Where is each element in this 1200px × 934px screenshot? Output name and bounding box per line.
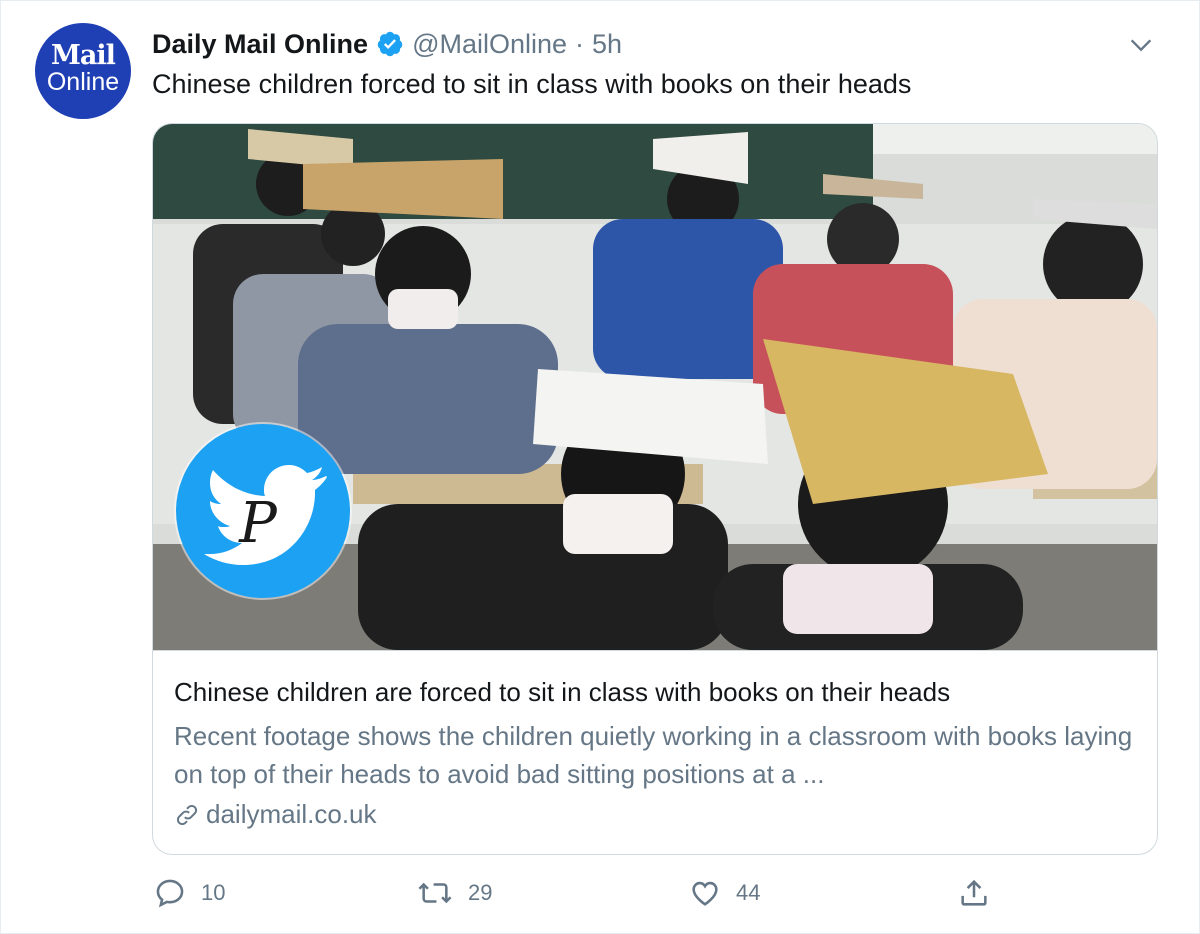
retweet-button[interactable]: 29 [416,871,492,915]
tweet-actions: 10 29 44 [1,871,1200,919]
tweet[interactable]: Mail Online Daily Mail Online @MailOnlin… [0,0,1200,934]
link-icon [176,804,198,825]
card-domain[interactable]: dailymail.co.uk [174,799,377,830]
link-card[interactable]: P Chinese children are forced to sit in … [152,123,1158,855]
separator-dot: · [575,28,585,59]
reply-icon [156,879,184,908]
tweet-header: Daily Mail Online @MailOnline · 5h [152,27,622,61]
watermark-letter: P [238,491,278,556]
reply-button[interactable]: 10 [153,871,225,915]
avatar-logo-line2: Online [46,68,120,96]
card-title[interactable]: Chinese children are forced to sit in cl… [174,677,950,708]
verified-icon [377,31,403,57]
twitter-bird-icon: P [204,465,327,565]
share-icon [961,879,987,906]
retweet-count: 29 [468,880,493,905]
like-count: 44 [736,880,761,905]
tweet-text: Chinese children forced to sit in class … [152,69,912,99]
twitter-watermark-badge: P [176,424,350,598]
chevron-down-icon[interactable] [1127,31,1155,59]
card-description: Recent footage shows the children quietl… [174,721,1133,789]
card-domain-text: dailymail.co.uk [206,799,377,829]
timestamp[interactable]: 5h [592,29,622,60]
author-name[interactable]: Daily Mail Online [152,29,368,60]
like-icon [692,881,718,906]
author-handle[interactable]: @MailOnline [412,29,567,60]
share-button[interactable] [957,871,1005,915]
like-button[interactable]: 44 [688,871,760,915]
avatar-logo-line1: Mail [51,40,116,71]
retweet-icon [418,882,452,904]
avatar[interactable]: Mail Online [35,23,131,119]
reply-count: 10 [201,880,226,905]
